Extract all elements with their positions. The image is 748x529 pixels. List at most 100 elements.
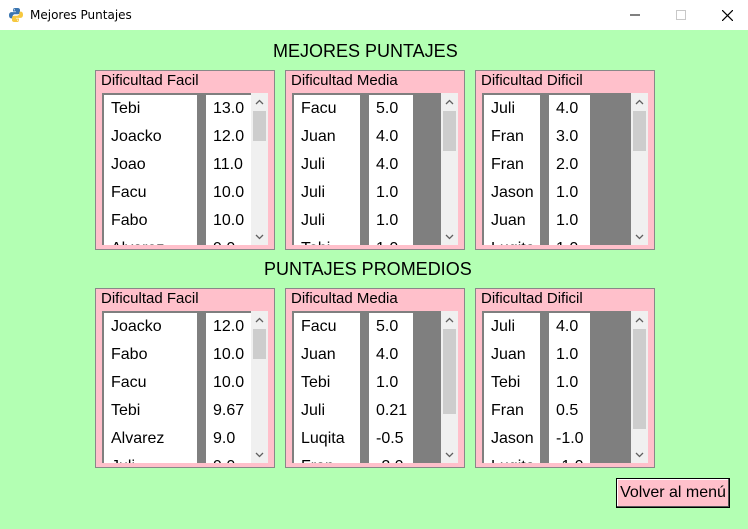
score-value[interactable]: 9.0	[206, 235, 253, 245]
player-name-listbox[interactable]: TebiJoackoJoaoFacuFaboAlvarez	[104, 95, 197, 245]
scrollbar-thumb[interactable]	[633, 111, 646, 151]
player-name[interactable]: Tebi	[294, 369, 360, 397]
player-name[interactable]: Fabo	[104, 207, 197, 235]
score-list[interactable]: JuliFranFranJasonJuanLuqita4.03.02.01.01…	[482, 93, 648, 245]
vertical-scrollbar[interactable]	[441, 311, 458, 463]
score-value[interactable]: 0.5	[549, 397, 590, 425]
player-name-listbox[interactable]: JuliFranFranJasonJuanLuqita	[484, 95, 540, 245]
player-name[interactable]: Fran	[484, 123, 540, 151]
maximize-button[interactable]	[658, 0, 704, 30]
player-name-listbox[interactable]: FacuJuanTebiJuliLuqitaFran	[294, 313, 360, 463]
score-listbox[interactable]: 4.01.01.00.5-1.0-1.0	[549, 313, 590, 463]
player-name[interactable]: Joacko	[104, 313, 197, 341]
score-value[interactable]: -1.0	[549, 425, 590, 453]
score-value[interactable]: 10.0	[206, 207, 253, 235]
scroll-down-arrow-icon[interactable]	[631, 446, 648, 463]
score-value[interactable]: 1.0	[549, 207, 590, 235]
scroll-up-arrow-icon[interactable]	[441, 311, 458, 328]
score-value[interactable]: -1.0	[549, 453, 590, 463]
player-name[interactable]: Tebi	[484, 369, 540, 397]
player-name[interactable]: Tebi	[104, 95, 197, 123]
score-value[interactable]: 4.0	[369, 123, 413, 151]
scrollbar-thumb[interactable]	[443, 111, 456, 151]
score-value[interactable]: 4.0	[369, 151, 413, 179]
score-value[interactable]: 5.0	[369, 313, 413, 341]
score-value[interactable]: 12.0	[206, 313, 253, 341]
player-name[interactable]: Juli	[294, 151, 360, 179]
scroll-down-arrow-icon[interactable]	[441, 228, 458, 245]
player-name[interactable]: Jason	[484, 179, 540, 207]
player-name[interactable]: Juli	[484, 95, 540, 123]
scroll-up-arrow-icon[interactable]	[631, 93, 648, 110]
score-value[interactable]: 4.0	[549, 95, 590, 123]
player-name[interactable]: Fran	[484, 397, 540, 425]
player-name[interactable]: Luqita	[484, 235, 540, 245]
scroll-down-arrow-icon[interactable]	[251, 446, 268, 463]
player-name[interactable]: Tebi	[294, 235, 360, 245]
player-name[interactable]: Luqita	[484, 453, 540, 463]
score-value[interactable]: -2.0	[369, 453, 413, 463]
score-value[interactable]: 3.0	[549, 123, 590, 151]
score-value[interactable]: 10.0	[206, 341, 253, 369]
score-value[interactable]: 1.0	[549, 179, 590, 207]
player-name[interactable]: Juan	[484, 341, 540, 369]
player-name-listbox[interactable]: JuliJuanTebiFranJasonLuqita	[484, 313, 540, 463]
vertical-scrollbar[interactable]	[631, 93, 648, 245]
vertical-scrollbar[interactable]	[441, 93, 458, 245]
scroll-up-arrow-icon[interactable]	[251, 93, 268, 110]
player-name[interactable]: Jason	[484, 425, 540, 453]
player-name-listbox[interactable]: JoackoFaboFacuTebiAlvarezJuli	[104, 313, 197, 463]
vertical-scrollbar[interactable]	[631, 311, 648, 463]
score-listbox[interactable]: 4.03.02.01.01.01.0	[549, 95, 590, 245]
score-listbox[interactable]: 12.010.010.09.679.09.0	[206, 313, 253, 463]
minimize-button[interactable]	[612, 0, 658, 30]
player-name[interactable]: Juli	[294, 207, 360, 235]
score-value[interactable]: 11.0	[206, 151, 253, 179]
score-value[interactable]: 4.0	[369, 341, 413, 369]
score-listbox[interactable]: 5.04.04.01.01.01.0	[369, 95, 413, 245]
score-value[interactable]: 2.0	[549, 151, 590, 179]
player-name-listbox[interactable]: FacuJuanJuliJuliJuliTebi	[294, 95, 360, 245]
player-name[interactable]: Luqita	[294, 425, 360, 453]
score-value[interactable]: 9.0	[206, 425, 253, 453]
player-name[interactable]: Juli	[104, 453, 197, 463]
score-value[interactable]: 1.0	[549, 235, 590, 245]
player-name[interactable]: Juan	[294, 123, 360, 151]
score-value[interactable]: 13.0	[206, 95, 253, 123]
scroll-down-arrow-icon[interactable]	[251, 228, 268, 245]
player-name[interactable]: Fran	[294, 453, 360, 463]
scroll-up-arrow-icon[interactable]	[631, 311, 648, 328]
score-value[interactable]: 5.0	[369, 95, 413, 123]
score-value[interactable]: -0.5	[369, 425, 413, 453]
score-value[interactable]: 1.0	[369, 235, 413, 245]
scroll-up-arrow-icon[interactable]	[251, 311, 268, 328]
score-value[interactable]: 10.0	[206, 369, 253, 397]
score-value[interactable]: 1.0	[369, 369, 413, 397]
scrollbar-thumb[interactable]	[443, 329, 456, 414]
score-listbox[interactable]: 5.04.01.00.21-0.5-2.0	[369, 313, 413, 463]
player-name[interactable]: Alvarez	[104, 235, 197, 245]
scrollbar-thumb[interactable]	[253, 329, 266, 359]
player-name[interactable]: Joao	[104, 151, 197, 179]
scrollbar-thumb[interactable]	[633, 329, 646, 429]
score-value[interactable]: 0.21	[369, 397, 413, 425]
player-name[interactable]: Juli	[294, 397, 360, 425]
vertical-scrollbar[interactable]	[251, 311, 268, 463]
player-name[interactable]: Facu	[294, 95, 360, 123]
score-list[interactable]: TebiJoackoJoaoFacuFaboAlvarez13.012.011.…	[102, 93, 268, 245]
score-listbox[interactable]: 13.012.011.010.010.09.0	[206, 95, 253, 245]
player-name[interactable]: Juli	[294, 179, 360, 207]
player-name[interactable]: Facu	[294, 313, 360, 341]
score-value[interactable]: 1.0	[369, 179, 413, 207]
player-name[interactable]: Fabo	[104, 341, 197, 369]
player-name[interactable]: Joacko	[104, 123, 197, 151]
player-name[interactable]: Fran	[484, 151, 540, 179]
score-value[interactable]: 9.67	[206, 397, 253, 425]
score-list[interactable]: FacuJuanJuliJuliJuliTebi5.04.04.01.01.01…	[292, 93, 458, 245]
scrollbar-thumb[interactable]	[253, 111, 266, 141]
close-button[interactable]	[704, 0, 748, 30]
score-value[interactable]: 4.0	[549, 313, 590, 341]
score-value[interactable]: 1.0	[369, 207, 413, 235]
score-list[interactable]: FacuJuanTebiJuliLuqitaFran5.04.01.00.21-…	[292, 311, 458, 463]
player-name[interactable]: Facu	[104, 179, 197, 207]
